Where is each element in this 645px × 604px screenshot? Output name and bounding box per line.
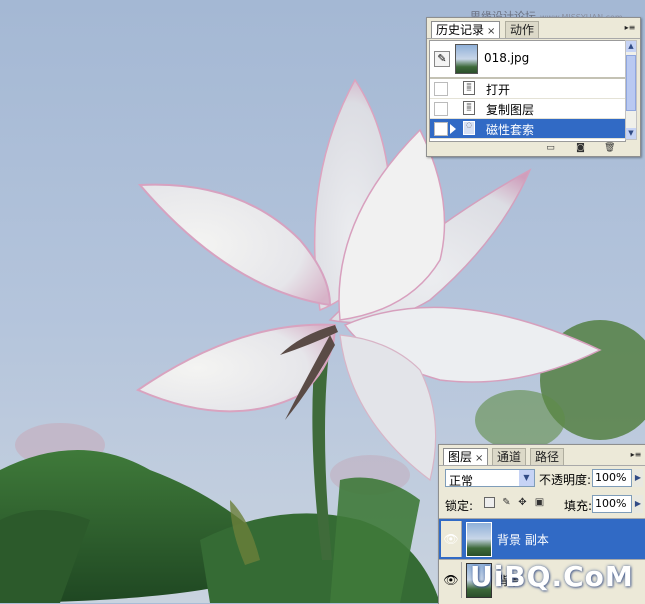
tab-history[interactable]: 历史记录 × bbox=[431, 21, 501, 38]
history-step-label: 打开 bbox=[486, 83, 511, 97]
opacity-label: 不透明度: bbox=[539, 473, 592, 487]
history-step[interactable]: ≡ ≡ 复制图层 bbox=[430, 99, 625, 119]
history-brush-source-checkbox[interactable] bbox=[434, 122, 448, 136]
history-snapshot[interactable]: ✎ 018.jpg bbox=[430, 41, 625, 79]
tab-paths[interactable]: 路径 bbox=[530, 448, 565, 465]
scroll-thumb[interactable] bbox=[626, 55, 636, 111]
lock-fill-row: 锁定: ✎ ✥ ▣ 填充: 100% ▶ bbox=[443, 495, 643, 515]
eye-icon[interactable]: 👁 bbox=[441, 521, 462, 557]
opacity-slider-arrow-icon[interactable]: ▶ bbox=[633, 469, 643, 487]
history-footer: ▭ ◙ 🗑 bbox=[427, 142, 640, 156]
tab-layers[interactable]: 图层 × bbox=[443, 448, 489, 465]
watermark-bottom: UiBQ.CoM bbox=[470, 560, 634, 593]
history-scrollbar[interactable]: ▲ ▼ bbox=[625, 40, 637, 140]
history-step-label: 复制图层 bbox=[486, 103, 535, 117]
tab-channels-label: 通道 bbox=[497, 450, 522, 464]
history-state-icon: ≡ ≡ bbox=[463, 81, 475, 95]
history-step[interactable]: ≡ ≡ 打开 bbox=[430, 79, 625, 99]
lock-position-icon[interactable]: ✥ bbox=[517, 497, 528, 508]
history-brush-source-checkbox[interactable] bbox=[434, 82, 448, 96]
history-tabbar: 历史记录 × 动作 ▸≡ bbox=[427, 18, 640, 39]
new-document-from-state-icon[interactable]: ▭ bbox=[545, 143, 556, 153]
close-icon[interactable]: × bbox=[487, 26, 495, 37]
history-step-label: 磁性套索 bbox=[486, 123, 535, 137]
panel-menu-icon[interactable]: ▸≡ bbox=[624, 23, 636, 33]
opacity-input[interactable]: 100% bbox=[592, 469, 632, 487]
close-icon[interactable]: × bbox=[475, 453, 483, 464]
snapshot-thumbnail bbox=[455, 44, 478, 74]
magnetic-lasso-icon: ◌ bbox=[463, 121, 475, 135]
lock-all-icon[interactable]: ▣ bbox=[534, 497, 545, 508]
panel-menu-icon[interactable]: ▸≡ bbox=[630, 450, 642, 460]
history-step-selected[interactable]: ◌ 磁性套索 bbox=[430, 119, 625, 139]
tab-actions-label: 动作 bbox=[510, 23, 535, 37]
layer-thumbnail bbox=[466, 522, 492, 557]
fill-label: 填充: bbox=[564, 499, 593, 513]
blend-mode-select[interactable]: 正常 ▼ bbox=[445, 469, 535, 488]
lock-transparent-pixels-icon[interactable] bbox=[484, 497, 495, 508]
snapshot-name: 018.jpg bbox=[484, 51, 530, 65]
scroll-up-icon[interactable]: ▲ bbox=[626, 41, 636, 52]
tab-actions[interactable]: 动作 bbox=[505, 21, 540, 38]
tab-channels[interactable]: 通道 bbox=[492, 448, 527, 465]
layers-tabbar: 图层 × 通道 路径 ▸≡ bbox=[439, 445, 645, 466]
fill-slider-arrow-icon[interactable]: ▶ bbox=[633, 495, 643, 513]
chevron-down-icon[interactable]: ▼ bbox=[519, 470, 534, 486]
blend-opacity-row: 正常 ▼ 不透明度: 100% ▶ bbox=[443, 469, 643, 489]
blend-mode-value: 正常 bbox=[449, 474, 474, 488]
history-list: ✎ 018.jpg ≡ ≡ 打开 ≡ ≡ 复制图层 ◌ 磁性套索 bbox=[429, 40, 626, 142]
delete-state-icon[interactable]: 🗑 bbox=[604, 143, 615, 153]
lock-image-pixels-icon[interactable]: ✎ bbox=[501, 497, 512, 508]
history-state-icon: ≡ ≡ bbox=[463, 101, 475, 115]
layer-row-selected[interactable]: 👁 背景 副本 bbox=[439, 518, 645, 559]
fill-input[interactable]: 100% bbox=[592, 495, 632, 513]
tab-layers-label: 图层 bbox=[448, 450, 473, 464]
history-brush-source-checkbox[interactable] bbox=[434, 102, 448, 116]
new-snapshot-icon[interactable]: ◙ bbox=[575, 143, 586, 153]
tab-paths-label: 路径 bbox=[535, 450, 560, 464]
current-state-marker-icon bbox=[450, 124, 456, 134]
layer-name: 背景 副本 bbox=[497, 533, 549, 547]
history-panel: 历史记录 × 动作 ▸≡ ✎ 018.jpg ≡ ≡ 打开 ≡ ≡ 复制图层 ◌ 磁性… bbox=[426, 17, 641, 157]
lock-label: 锁定: bbox=[445, 499, 474, 513]
eye-icon[interactable]: 👁 bbox=[441, 562, 462, 598]
scroll-down-icon[interactable]: ▼ bbox=[626, 128, 636, 139]
tab-history-label: 历史记录 bbox=[436, 23, 485, 37]
history-brush-icon[interactable]: ✎ bbox=[434, 51, 450, 67]
